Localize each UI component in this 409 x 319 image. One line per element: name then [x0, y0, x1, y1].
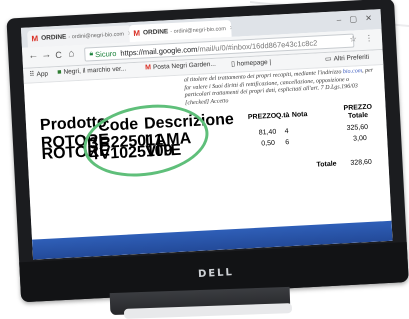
bookmark-label: App [36, 70, 49, 78]
window-controls[interactable]: – ▢ ✕ [337, 13, 376, 24]
bookmark-posta[interactable]: M Posta Negri Garden... [145, 61, 216, 72]
row1-prezzo: 81,40 [258, 128, 277, 137]
total-value: 328,60 [350, 158, 373, 167]
monitor-screen: M ORDINE - ordini@negri-bio.com × M ORDI… [20, 9, 393, 260]
row2-prezzo: 0,50 [261, 139, 276, 148]
header-qta: Q.tà [275, 111, 290, 120]
highlight-circle [78, 96, 214, 185]
toolbar-extension-icons[interactable]: ☆ ⋮ [349, 33, 376, 43]
folder-icon: ▭ [324, 55, 332, 64]
bookmark-label: Posta Negri Garden... [152, 60, 216, 72]
url-host: https://mail.google.com [120, 44, 198, 58]
leaf-icon: ■ [57, 68, 62, 77]
header-prezzo: PREZZO [247, 112, 277, 122]
total-label: Totale [316, 160, 337, 169]
row1-qta: 4 [284, 128, 289, 136]
gmail-icon: M [31, 34, 39, 44]
monitor: M ORDINE - ordini@negri-bio.com × M ORDI… [6, 0, 409, 303]
url-path: /mail/u/0/#inbox/16dd867e43c1c8c2 [197, 37, 318, 54]
bookmark-negri[interactable]: ■ Negri, il marchio ver... [57, 65, 126, 76]
privacy-disclaimer: al titolare del trattamento dei propri r… [184, 67, 380, 107]
back-arrow-icon[interactable]: ← [28, 50, 39, 62]
bookmark-homepage[interactable]: ▯ homepage | [231, 58, 271, 68]
home-icon[interactable]: ⌂ [68, 48, 75, 59]
photo-scene: M ORDINE - ordini@negri-bio.com × M ORDI… [0, 0, 409, 319]
dell-logo: DELL [197, 267, 235, 280]
forward-arrow-icon[interactable]: → [41, 49, 52, 61]
close-icon[interactable]: × [230, 25, 232, 32]
header-totale: Totale [347, 111, 369, 120]
bookmark-label: Negri, il marchio ver... [63, 65, 127, 76]
reload-icon[interactable]: C [55, 50, 62, 60]
page-icon: ▯ [230, 60, 236, 68]
gmail-icon: M [145, 64, 152, 72]
gmail-icon: M [133, 28, 141, 39]
tab-title: ORDINE [40, 33, 67, 42]
apps-grid-icon: ⠿ [29, 71, 35, 79]
tab-subtitle: - ordini@negri-bio.com [68, 31, 125, 40]
accept-checkbox-label: [checked] Accetto [184, 97, 229, 106]
tab-title: ORDINE [142, 28, 169, 37]
disclaimer-link[interactable]: bio.com [343, 68, 362, 75]
row1-totale: 325,60 [346, 123, 369, 133]
bookmark-app[interactable]: ⠿ App [29, 70, 49, 79]
bookmark-label: homepage | [236, 58, 272, 68]
header-nota: Nota [291, 111, 308, 119]
tab-subtitle: - ordini@negri-bio.com [170, 25, 227, 35]
lock-icon: 🔒︎ [89, 50, 94, 58]
secure-label: Sicuro [94, 48, 117, 59]
email-body: al titolare del trattamento dei propri r… [23, 65, 393, 260]
row2-qta: 6 [285, 139, 290, 147]
bookmark-label: Altri Preferiti [333, 53, 370, 63]
bookmark-altri-preferiti[interactable]: ▭ Altri Preferiti [325, 53, 369, 63]
row2-totale: 3,00 [353, 134, 367, 143]
